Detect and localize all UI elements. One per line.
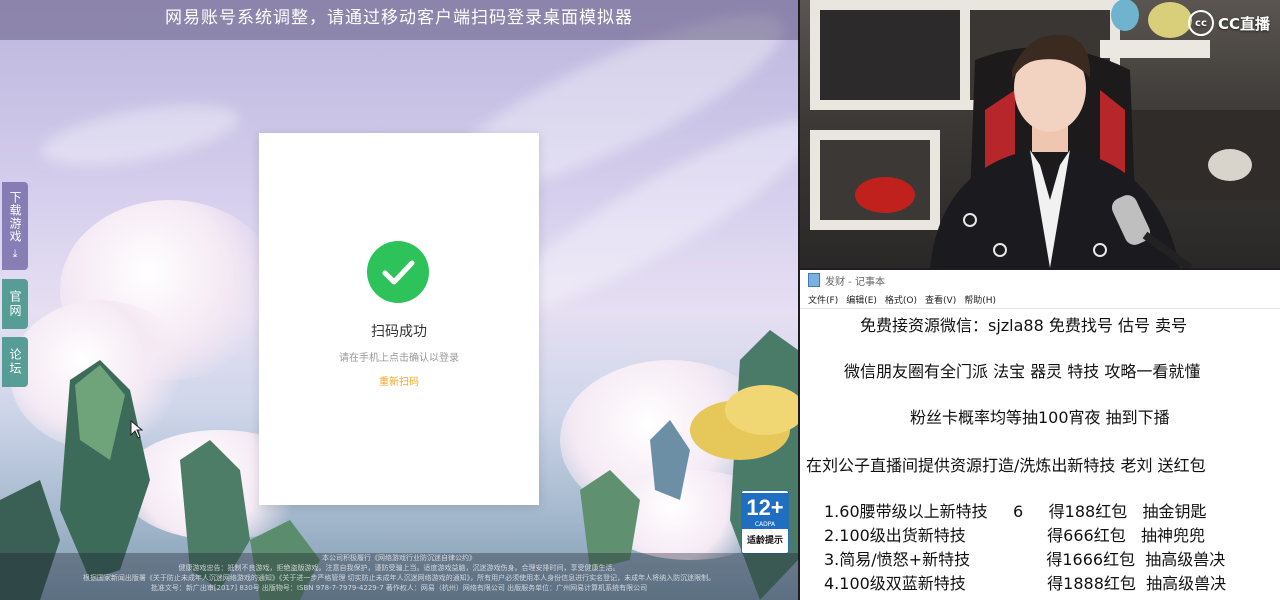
age-tip-label: 适龄提示: [746, 536, 783, 546]
forum-label: 论坛: [8, 348, 22, 376]
menu-edit[interactable]: 编辑(E): [842, 293, 881, 306]
notice-banner: 网易账号系统调整，请通过移动客户端扫码登录桌面模拟器: [0, 0, 798, 40]
mouse-cursor-icon: [130, 420, 144, 439]
menu-file[interactable]: 文件(F): [804, 293, 842, 306]
scan-success-title: 扫码成功: [371, 324, 427, 340]
game-launcher: 网易账号系统调整，请通过移动客户端扫码登录桌面模拟器 下载游戏 ⤓ 官网 论坛 …: [0, 0, 798, 600]
notepad-app-icon: [808, 273, 820, 287]
text-line: 1.60腰带级以上新特技 6 得188红包 抽金钥匙: [824, 502, 1207, 521]
text-line: 粉丝卡概率均等抽100宵夜 抽到下播: [910, 408, 1170, 427]
notepad-menubar: 文件(F) 编辑(E) 格式(O) 查看(V) 帮助(H): [800, 290, 1280, 309]
sky-streak: [37, 93, 243, 177]
download-game-label: 下载游戏: [8, 191, 22, 243]
text-line: 3.简易/愤怒+新特技 得1666红包 抽高级兽决: [824, 550, 1226, 569]
official-site-tab[interactable]: 官网: [2, 279, 28, 329]
text-line: 2.100级出货新特技 得666红包 抽神兜兜: [824, 526, 1205, 545]
footer-line: 健康游戏忠告：抵制不良游戏，拒绝盗版游戏。注意自我保护，谨防受骗上当。适度游戏益…: [178, 564, 620, 572]
check-circle-icon: [367, 241, 429, 303]
rescan-link[interactable]: 重新扫码: [259, 373, 539, 388]
text-line: 免费接资源微信：sjzla88 免费找号 估号 卖号: [860, 316, 1188, 335]
menu-help[interactable]: 帮助(H): [960, 293, 1000, 306]
footer-line: 本公司积极履行《网络游戏行业防沉迷自律公约》: [322, 554, 476, 562]
qr-login-card: 扫码成功 请在手机上点击确认以登录 重新扫码: [259, 133, 539, 505]
cadpa-label: CADPA: [754, 521, 776, 528]
cc-logo-text: CC直播: [1217, 14, 1270, 33]
forum-tab[interactable]: 论坛: [2, 337, 28, 387]
webcam-scene: [810, 0, 1280, 268]
anti-addiction-footer: 本公司积极履行《网络游戏行业防沉迷自律公约》 健康游戏忠告：抵制不良游戏，拒绝盗…: [0, 553, 798, 600]
download-game-tab[interactable]: 下载游戏 ⤓: [2, 182, 28, 270]
confirm-on-phone-text: 请在手机上点击确认以登录: [339, 353, 459, 364]
text-line: 在刘公子直播间提供资源打造/洗炼出新特技 老刘 送红包: [806, 456, 1206, 475]
text-line: 微信朋友圈有全门派 法宝 器灵 特技 攻略一看就懂: [844, 362, 1201, 381]
footer-line: 根据国家新闻出版署《关于防止未成年人沉迷网络游戏的通知》《关于进一步严格管理 切…: [82, 574, 716, 582]
notepad-titlebar: 发财 - 记事本: [800, 270, 1280, 290]
age-rating-badge: 12+ CADPA 适龄提示: [741, 490, 789, 554]
footer-line: 批准文号：新广出审[2017] 830号 出版物号：ISBN 978-7-797…: [150, 584, 648, 592]
cc-logo-icon: cc: [1187, 10, 1214, 36]
official-site-label: 官网: [8, 290, 22, 318]
notepad-title: 发财 - 记事本: [825, 276, 885, 288]
cc-live-logo: cc CC直播: [1187, 10, 1270, 36]
notepad-window: 发财 - 记事本 文件(F) 编辑(E) 格式(O) 查看(V) 帮助(H) 免…: [800, 270, 1280, 600]
text-line: 4.100级双蓝新特技 得1888红包 抽高级兽决: [824, 574, 1227, 593]
download-icon: ⤓: [12, 247, 18, 260]
menu-view[interactable]: 查看(V): [921, 293, 960, 306]
streamer-webcam: cc CC直播: [800, 0, 1280, 268]
menu-format[interactable]: 格式(O): [881, 293, 921, 306]
